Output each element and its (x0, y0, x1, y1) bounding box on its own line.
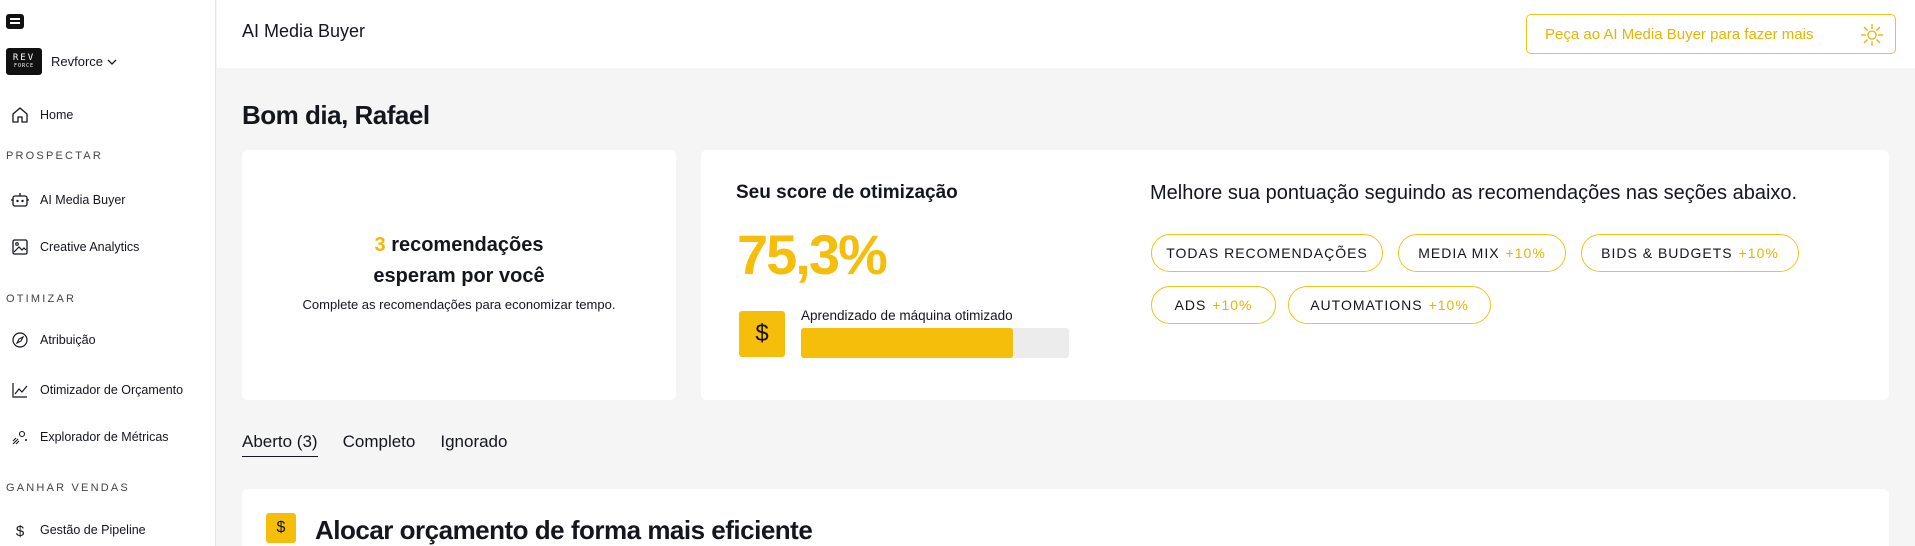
ask-ai-button-label: Peça ao AI Media Buyer para fazer mais (1545, 25, 1814, 43)
ml-progress-label: Aprendizado de máquina otimizado (801, 308, 1013, 323)
workspace-switcher[interactable]: REV FORCE Revforce (6, 48, 118, 75)
sidebar-item-creative-analytics[interactable]: Creative Analytics (10, 237, 139, 257)
filter-pill-media-mix[interactable]: MEDIA MIX +10% (1398, 234, 1566, 272)
tab-ignorado[interactable]: Ignorado (440, 432, 507, 457)
sidebar-item-label: Otimizador de Orçamento (40, 383, 184, 397)
recommendations-title-line2: esperam por você (373, 265, 545, 287)
chevron-down-icon (107, 59, 117, 65)
sidebar-item-label: AI Media Buyer (40, 193, 126, 207)
sidebar-item-label: Atribuição (40, 333, 96, 347)
optimization-score-card: Seu score de otimização 75,3% $ Aprendiz… (701, 150, 1889, 400)
section-label-otimizar: OTIMIZAR (6, 293, 77, 305)
sidebar: REV FORCE Revforce Home PROSPECTAR AI Me… (0, 0, 216, 546)
filter-pill-automations[interactable]: AUTOMATIONS +10% (1288, 286, 1491, 324)
filter-pill-ads[interactable]: ADS +10% (1151, 286, 1276, 324)
recommendation-card[interactable]: $ Alocar orçamento de forma mais eficien… (242, 489, 1889, 546)
tab-aberto[interactable]: Aberto (3) (242, 432, 318, 457)
explore-icon (12, 430, 27, 445)
line-chart-icon (12, 383, 28, 398)
sidebar-item-label: Explorador de Métricas (40, 430, 169, 444)
ml-progress-bar (801, 328, 1069, 358)
recommendations-count: 3 (374, 234, 386, 256)
score-title: Seu score de otimização (736, 182, 958, 203)
sidebar-item-label: Creative Analytics (40, 240, 140, 254)
recommendations-card[interactable]: 3 recomendações esperam por você Complet… (242, 150, 676, 400)
app-logo-icon[interactable] (6, 14, 24, 29)
image-icon (12, 239, 28, 255)
home-icon (12, 107, 28, 123)
filter-pill-bids-budgets[interactable]: BIDS & BUDGETS +10% (1581, 234, 1799, 272)
ml-progress-fill (801, 328, 1013, 358)
dollar-icon: $ (266, 513, 296, 543)
sidebar-item-home[interactable]: Home (10, 105, 73, 125)
improve-score-text: Melhore sua pontuação seguindo as recome… (1150, 182, 1798, 204)
filter-pill-todas[interactable]: TODAS RECOMENDAÇÕES (1151, 234, 1383, 272)
workspace-logo: REV FORCE (6, 48, 42, 75)
sparkle-icon (1861, 24, 1883, 46)
sidebar-item-label: Gestão de Pipeline (40, 523, 146, 537)
sidebar-item-atribuicao[interactable]: Atribuição (10, 330, 96, 350)
sidebar-item-gestao-pipeline[interactable]: $ Gestão de Pipeline (10, 520, 146, 540)
robot-icon (11, 193, 29, 207)
sidebar-item-otimizador-orcamento[interactable]: Otimizador de Orçamento (10, 380, 183, 400)
recommendations-title-text: recomendações (391, 234, 544, 256)
recommendation-tabs: Aberto (3) Completo Ignorado (242, 432, 532, 457)
sidebar-item-ai-media-buyer[interactable]: AI Media Buyer (10, 190, 125, 210)
compass-icon (12, 332, 28, 348)
greeting-heading: Bom dia, Rafael (242, 100, 430, 130)
dollar-icon: $ (739, 311, 785, 357)
score-value: 75,3% (737, 223, 888, 286)
svg-text:$: $ (16, 523, 25, 540)
recommendations-title: 3 recomendações esperam por você (242, 230, 676, 292)
top-header: AI Media Buyer Peça ao AI Media Buyer pa… (217, 0, 1915, 68)
recommendations-subtitle: Complete as recomendações para economiza… (302, 297, 616, 312)
ask-ai-button[interactable]: Peça ao AI Media Buyer para fazer mais (1526, 14, 1896, 54)
page-title: AI Media Buyer (242, 21, 366, 41)
section-label-prospectar: PROSPECTAR (6, 150, 103, 162)
sidebar-item-label: Home (40, 108, 74, 122)
workspace-name: Revforce (51, 54, 104, 69)
section-label-ganhar-vendas: GANHAR VENDAS (6, 482, 130, 494)
tab-completo[interactable]: Completo (343, 432, 416, 457)
sidebar-item-explorador-metricas[interactable]: Explorador de Métricas (10, 427, 169, 447)
dollar-icon: $ (16, 523, 25, 540)
recommendation-title: Alocar orçamento de forma mais eficiente (315, 515, 813, 545)
